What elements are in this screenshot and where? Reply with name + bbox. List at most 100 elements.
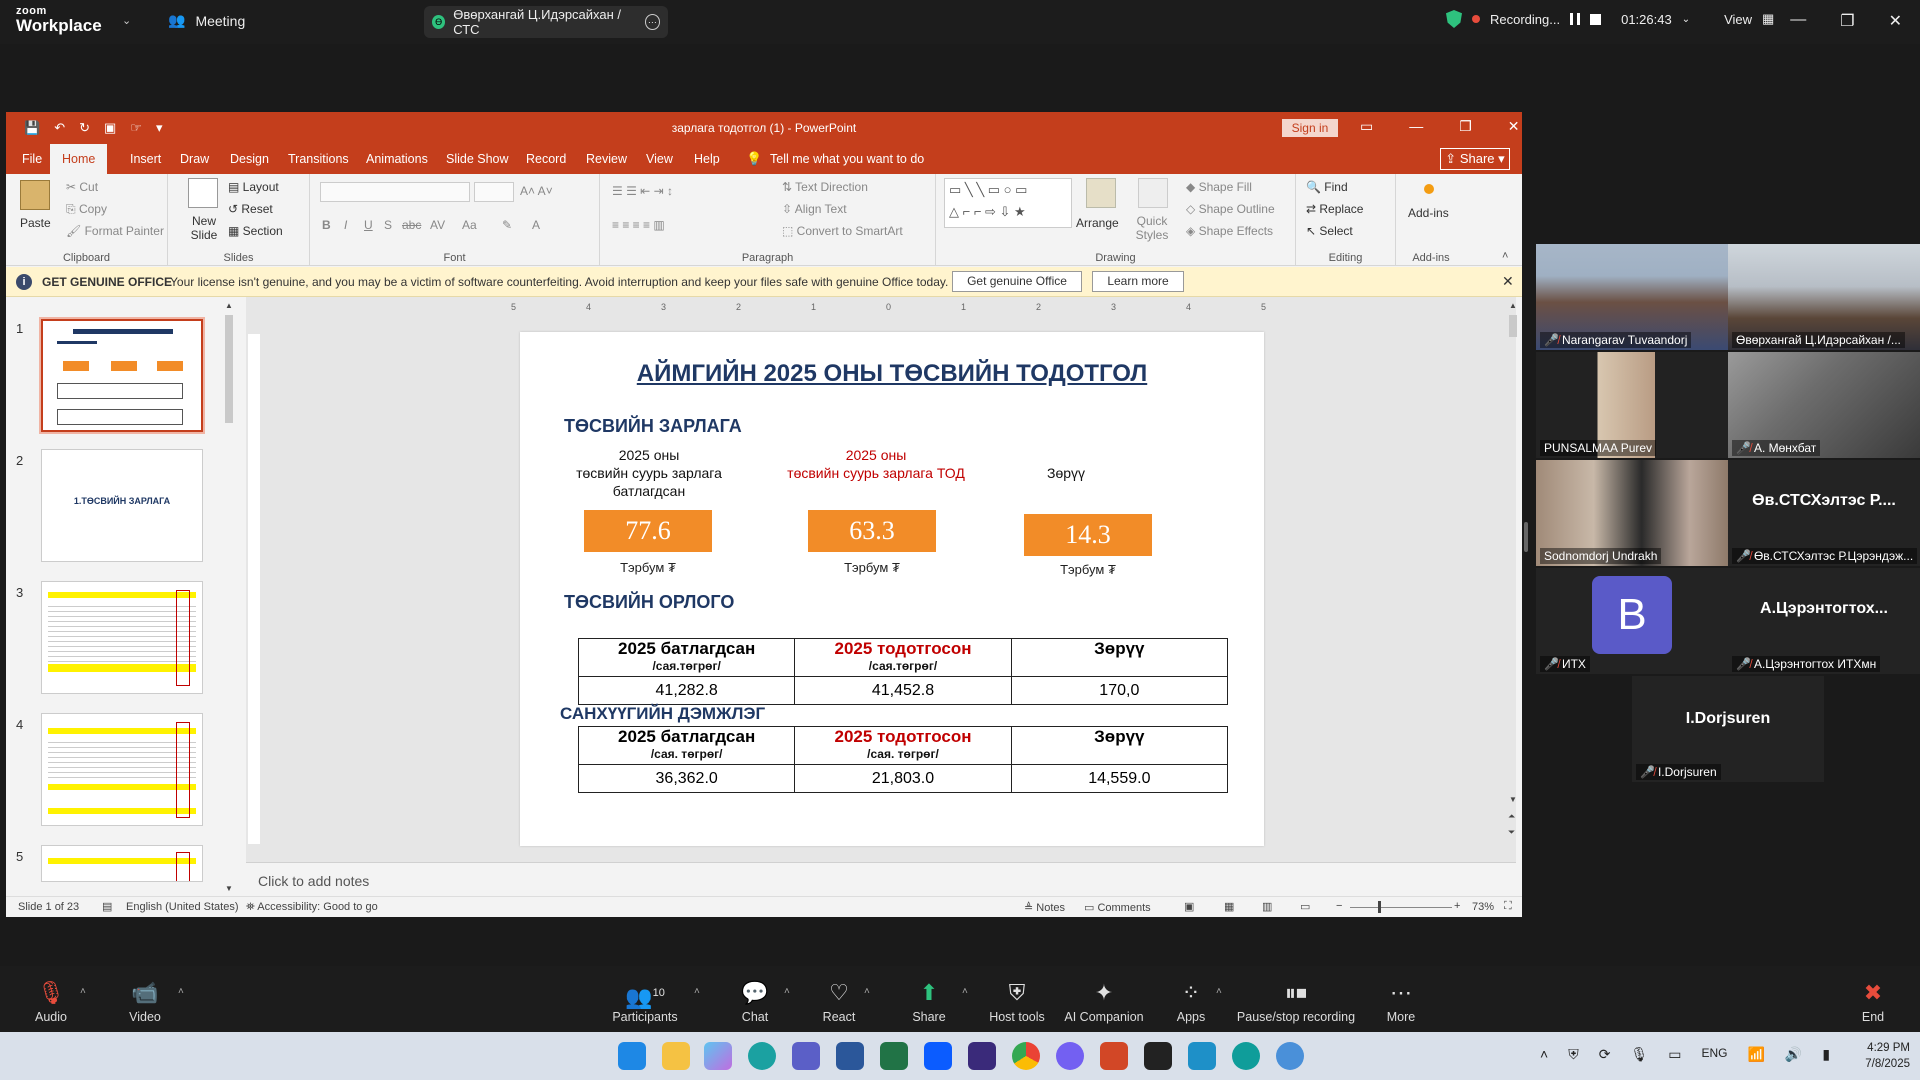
new-slide-button[interactable]: New Slide [186,214,222,242]
zoom-level[interactable]: 73% [1472,901,1494,913]
tab-home[interactable]: Home [50,144,108,174]
normal-view-icon[interactable]: ▣ [1184,900,1194,913]
section-expenditure-heading[interactable]: ТӨСВИЙН ЗАРЛАГА [564,416,742,437]
zoom-slider[interactable] [1350,907,1452,908]
tab-animations[interactable]: Animations [366,152,428,166]
slide-counter[interactable]: Slide 1 of 23 [18,901,79,913]
section-revenue-heading[interactable]: ТӨСВИЙН ОРЛОГО [564,592,734,613]
shapes-gallery[interactable]: ▭ ╲ ╲ ▭ ○ ▭ △ ⌐ ⌐ ⇨ ⇩ ★ [944,178,1072,228]
participants-caret[interactable]: ˄ [694,986,700,997]
font-size-select[interactable] [474,182,514,202]
viber-icon[interactable] [1056,1042,1084,1070]
bullets-icon[interactable]: ☰ ☰ ⇤ ⇥ ↕ [612,184,673,198]
tab-slide-show[interactable]: Slide Show [446,152,509,166]
grid-view-icon[interactable]: ▦ [1762,11,1774,27]
battery-icon[interactable]: ▮ [1822,1046,1830,1063]
app-icon[interactable] [1188,1042,1216,1070]
view-button[interactable]: View [1724,12,1752,27]
tab-help[interactable]: Help [694,152,720,166]
video-options-caret[interactable]: ˄ [178,986,184,997]
start-icon[interactable] [618,1042,646,1070]
security-icon[interactable]: ⛨ [1568,1046,1579,1063]
excel-icon[interactable] [880,1042,908,1070]
tab-file[interactable]: File [22,152,42,166]
sign-in-button[interactable]: Sign in [1282,119,1338,137]
ppt-restore-button[interactable]: ❐ [1459,118,1472,135]
get-genuine-office-button[interactable]: Get genuine Office [952,271,1082,292]
select-button[interactable]: ↖ Select [1306,224,1353,238]
close-button[interactable]: ✕ [1889,11,1902,31]
slide-thumbnail-1[interactable] [39,317,205,434]
audio-options-caret[interactable]: ˄ [80,986,86,997]
capcut-icon[interactable] [1144,1042,1172,1070]
file-explorer-icon[interactable] [662,1042,690,1070]
edge-dev-icon[interactable] [1232,1042,1260,1070]
format-painter-button[interactable]: 🖌 Format Painter [66,224,164,238]
grow-font-icon[interactable]: A˄ A˅ [520,184,553,198]
quick-styles-icon[interactable] [1138,178,1168,208]
panel-resize-handle[interactable] [1524,522,1528,552]
col1-caption[interactable]: 2025 оны төсвийн суурь зарлага батлагдса… [564,446,734,500]
zoom-logo[interactable]: zoom Workplace [16,6,106,35]
save-icon[interactable]: 💾 [24,120,40,136]
participant-tile[interactable]: А.Цэрэнтогтох... 🎤̸ А.Цэрэнтогтох ИТХмн [1728,568,1920,674]
participant-tile[interactable]: 🎤̸ А. Мөнхбат [1728,352,1920,458]
chevron-down-icon[interactable]: ⌄ [1682,14,1690,25]
customize-qat-icon[interactable]: ▾ [156,120,163,136]
tab-view[interactable]: View [646,152,673,166]
redo-icon[interactable]: ↻ [79,120,90,136]
paste-button[interactable]: Paste [20,216,51,230]
restore-button[interactable]: ❐ [1840,11,1854,31]
paste-icon[interactable] [20,180,50,210]
touch-mode-icon[interactable]: ☞ [130,120,142,136]
slide-canvas[interactable]: АЙМГИЙН 2025 ОНЫ ТӨСВИЙН ТОДОТГОЛ ТӨСВИЙ… [520,332,1264,846]
slide-thumbnail-4[interactable] [41,713,203,826]
pause-stop-recording-button[interactable]: ⏸⏹ Pause/stop recording [1226,980,1366,1024]
microphone-icon[interactable]: 🎙 [1630,1046,1648,1063]
share-screen-button[interactable]: ⬆ Share [884,980,974,1024]
app-icon[interactable] [968,1042,996,1070]
shape-fill-button[interactable]: ◆ Shape Fill [1186,180,1252,194]
language-indicator[interactable]: ENG [1701,1046,1727,1063]
undo-icon[interactable]: ↶ [54,120,65,136]
tab-review[interactable]: Review [586,152,627,166]
learn-more-button[interactable]: Learn more [1092,271,1184,292]
chevron-down-icon[interactable]: ⌄ [122,14,131,27]
react-button[interactable]: ♡ React [794,980,884,1024]
section-financial-support-heading[interactable]: САНХҮҮГИЙН ДЭМЖЛЭГ [560,704,765,724]
word-icon[interactable] [836,1042,864,1070]
spelling-icon[interactable]: ▤ [102,900,112,913]
participant-tile[interactable]: Өвөрхангай Ц.Идэрсайхан /... [1728,244,1920,350]
pause-recording-button[interactable] [1570,13,1581,25]
participant-tile[interactable]: PUNSALMAA Purev [1536,352,1728,458]
copilot-icon[interactable] [704,1042,732,1070]
apps-caret[interactable]: ˄ [1216,986,1222,997]
convert-smartart-button[interactable]: ⬚ Convert to SmartArt [782,224,903,238]
col2-caption[interactable]: 2025 оны төсвийн суурь зарлага ТОД [776,446,976,482]
share-button[interactable]: ⇪ Share ▾ [1440,148,1510,170]
financial-support-table[interactable]: 2025 батлагдсан/сая. төгрөг/ 2025 тодотг… [577,726,1229,793]
arrange-button[interactable]: Arrange [1076,216,1119,230]
chat-caret[interactable]: ˄ [784,986,790,997]
notes-toggle[interactable]: ≜ Notes [1024,901,1065,914]
revenue-table[interactable]: 2025 батлагдсан/сая.төгрөг/ 2025 тодотго… [577,638,1229,705]
italic-icon[interactable]: I [344,218,347,232]
align-text-button[interactable]: ⇳ Align Text [782,202,847,216]
more-options-icon[interactable]: ··· [644,14,660,30]
slide-thumbnail-3[interactable] [41,581,203,694]
meeting-tab[interactable]: 👥 Meeting [168,12,245,29]
participant-tile[interactable]: 🎤̸ Narangarav Tuvaandorj [1536,244,1728,350]
zoom-app-icon[interactable] [924,1042,952,1070]
teams-icon[interactable] [792,1042,820,1070]
volume-icon[interactable]: 🔊 [1785,1046,1802,1063]
react-caret[interactable]: ˄ [864,986,870,997]
strikethrough-icon[interactable]: abc [402,218,421,232]
apps-button[interactable]: ⁘ Apps [1146,980,1236,1024]
zoom-out-icon[interactable]: − [1336,900,1342,912]
slide-title[interactable]: АЙМГИЙН 2025 ОНЫ ТӨСВИЙН ТОДОТГОЛ [520,360,1264,388]
sync-icon[interactable]: ⟳ [1599,1046,1611,1063]
bold-icon[interactable]: B [322,218,331,232]
tab-draw[interactable]: Draw [180,152,209,166]
participants-button[interactable]: 👥10 Participants [600,980,690,1024]
collapse-ribbon-icon[interactable]: ˄ [1502,250,1508,262]
